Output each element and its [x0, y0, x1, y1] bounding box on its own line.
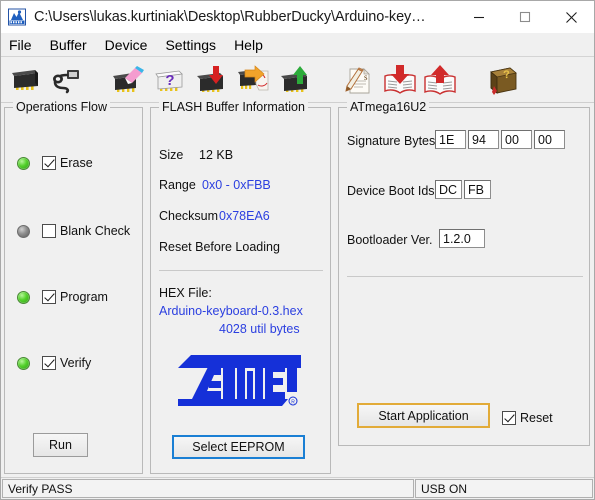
status-bar: Verify PASS USB ON — [1, 477, 594, 499]
reset-label: Reset — [520, 411, 553, 425]
program-status-led — [17, 290, 30, 304]
start-application-button[interactable]: Start Application — [357, 403, 490, 428]
flash-separator — [159, 270, 323, 271]
bootloader-version-label: Bootloader Ver. — [347, 233, 433, 247]
toolbar: ? s ? — [1, 58, 594, 103]
operation-row-blank-check[interactable]: Blank Check — [17, 222, 130, 240]
flash-size-value: 12 KB — [199, 148, 234, 162]
signature-byte-1-field[interactable]: 94 — [468, 130, 499, 149]
chip-arrow-up-green-icon[interactable] — [279, 64, 313, 98]
menu-item-file[interactable]: File — [1, 35, 41, 55]
select-eeprom-button[interactable]: Select EEPROM — [172, 435, 305, 459]
bootloader-version-field[interactable]: 1.2.0 — [439, 229, 485, 248]
flash-range-value: 0x0 - 0xFBB — [202, 178, 271, 192]
verify-checkbox[interactable] — [42, 356, 56, 370]
operation-row-program[interactable]: Program — [17, 288, 108, 306]
erase-label: Erase — [60, 156, 93, 170]
device-boot-ids-label: Device Boot Ids — [347, 184, 435, 198]
maximize-button[interactable] — [502, 1, 548, 33]
reset-before-loading-label: Reset Before Loading — [159, 240, 280, 254]
usb-cable-icon[interactable] — [49, 64, 83, 98]
close-button[interactable] — [548, 1, 594, 33]
verify-status-led — [17, 356, 30, 370]
mcu-information-group: ATmega16U2 Signature Bytes 1E 94 00 00 D… — [338, 100, 590, 446]
signature-byte-2-field[interactable]: 00 — [501, 130, 532, 149]
menu-bar: File Buffer Device Settings Help — [1, 33, 594, 57]
flash-checksum-value: 0x78EA6 — [219, 209, 270, 223]
mcu-title: ATmega16U2 — [347, 100, 430, 114]
boot-id-1-field[interactable]: FB — [464, 180, 491, 199]
document-pencil-icon[interactable]: s — [341, 64, 375, 98]
chip-icon[interactable] — [9, 64, 43, 98]
usb-status: USB ON — [415, 479, 593, 498]
atmel-logo: R — [176, 351, 301, 406]
boot-id-0-field[interactable]: DC — [435, 180, 462, 199]
flip-application-window: C:\Users\lukas.kurtiniak\Desktop\RubberD… — [0, 0, 595, 500]
svg-text:R: R — [291, 400, 295, 406]
blank-check-label: Blank Check — [60, 224, 131, 238]
operations-flow-group: Operations Flow Erase Blank Check Progra… — [4, 100, 143, 474]
menu-item-help[interactable]: Help — [225, 35, 272, 55]
chip-arrow-out-icon[interactable] — [237, 64, 271, 98]
program-label: Program — [60, 290, 108, 304]
erase-checkbox[interactable] — [42, 156, 56, 170]
status-message: Verify PASS — [2, 479, 414, 498]
flash-buffer-title: FLASH Buffer Information — [159, 100, 308, 114]
reset-checkbox-row[interactable]: Reset — [502, 409, 553, 427]
book-arrow-up-icon[interactable] — [423, 64, 457, 98]
minimize-button[interactable] — [456, 1, 502, 33]
book-question-icon[interactable]: ? — [485, 64, 519, 98]
menu-item-device[interactable]: Device — [96, 35, 157, 55]
window-title: C:\Users\lukas.kurtiniak\Desktop\RubberD… — [34, 9, 426, 25]
menu-item-buffer[interactable]: Buffer — [41, 35, 96, 55]
verify-label: Verify — [60, 356, 92, 370]
signature-byte-0-field[interactable]: 1E — [435, 130, 466, 149]
flip-app-icon — [8, 8, 26, 26]
operation-row-verify[interactable]: Verify — [17, 354, 91, 372]
run-button[interactable]: Run — [33, 433, 88, 457]
book-arrow-down-icon[interactable] — [383, 64, 417, 98]
program-checkbox[interactable] — [42, 290, 56, 304]
svg-text:?: ? — [165, 72, 174, 89]
flash-range-label: Range — [159, 178, 196, 192]
operations-flow-title: Operations Flow — [13, 100, 111, 114]
signature-byte-3-field[interactable]: 00 — [534, 130, 565, 149]
svg-text:s: s — [364, 72, 368, 82]
signature-bytes-label: Signature Bytes — [347, 134, 436, 148]
flash-checksum-label: Checksum — [159, 209, 219, 223]
title-bar: C:\Users\lukas.kurtiniak\Desktop\RubberD… — [1, 1, 594, 33]
window-controls — [456, 1, 594, 33]
hex-file-bytes: 4028 util bytes — [219, 322, 300, 336]
mcu-separator — [347, 276, 583, 277]
reset-checkbox[interactable] — [502, 411, 516, 425]
chip-question-icon[interactable]: ? — [153, 64, 187, 98]
chip-arrow-down-icon[interactable] — [195, 64, 229, 98]
menu-item-settings[interactable]: Settings — [156, 35, 225, 55]
flash-size-label: Size — [159, 148, 184, 162]
operation-row-erase[interactable]: Erase — [17, 154, 93, 172]
hex-file-name: Arduino-keyboard-0.3.hex — [159, 304, 303, 318]
hex-file-label: HEX File: — [159, 286, 212, 300]
flash-buffer-information-group: FLASH Buffer Information Size 12 KB Rang… — [150, 100, 331, 474]
blank-check-status-led — [17, 224, 30, 238]
blank-check-checkbox[interactable] — [42, 224, 56, 238]
erase-status-led — [17, 156, 30, 170]
chip-eraser-icon[interactable] — [111, 64, 145, 98]
